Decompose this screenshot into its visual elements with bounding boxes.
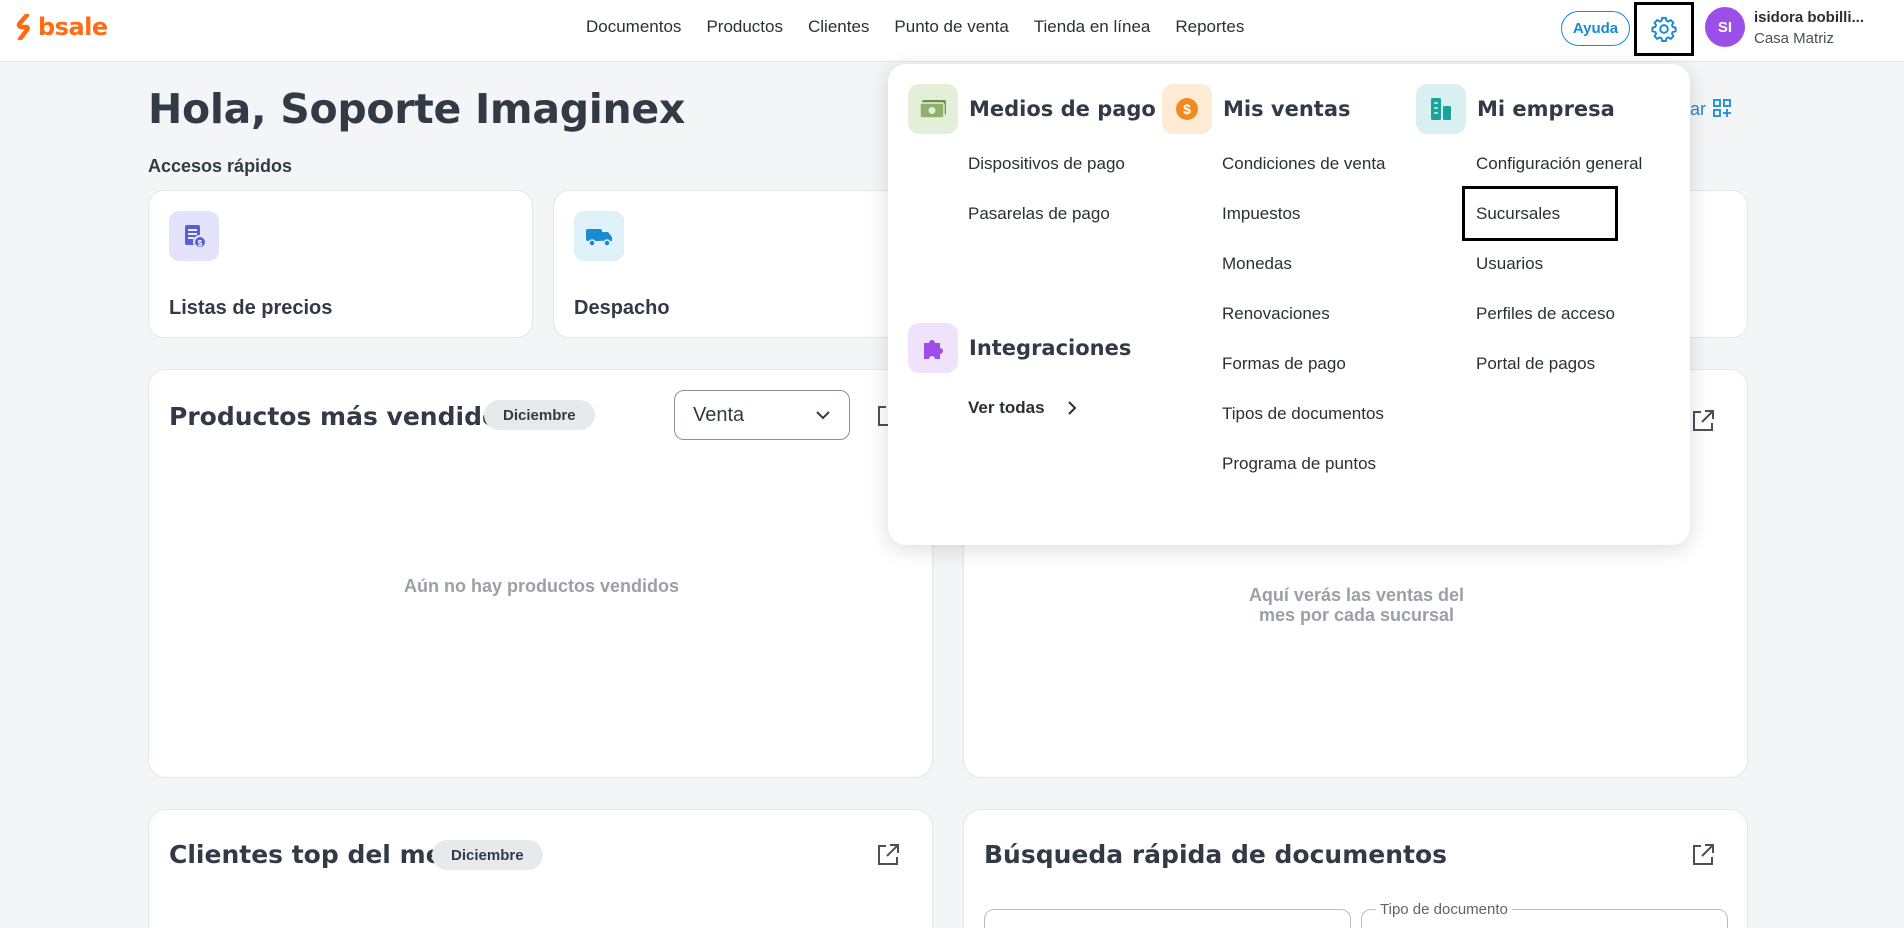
menu-item-taxes[interactable]: Impuestos [1222, 204, 1300, 224]
menu-item-branches[interactable]: Sucursales [1462, 186, 1619, 241]
top-navbar: bsale Documentos Productos Clientes Punt… [0, 0, 1904, 62]
my-sales-section: $ Mis ventas [1162, 84, 1351, 134]
view-all-integrations-link[interactable]: Ver todas [968, 398, 1077, 418]
month-chip: Diciembre [484, 400, 595, 430]
menu-item-users[interactable]: Usuarios [1476, 254, 1543, 274]
main-nav: Documentos Productos Clientes Punto de v… [586, 17, 1244, 37]
puzzle-icon [908, 323, 958, 373]
customize-link[interactable]: ar [1690, 99, 1706, 120]
my-sales-title: Mis ventas [1223, 97, 1351, 121]
view-all-label: Ver todas [968, 398, 1045, 417]
bsale-logo-icon [16, 14, 30, 40]
menu-item-document-types[interactable]: Tipos de documentos [1222, 404, 1384, 424]
gear-icon [1651, 16, 1677, 43]
nav-productos[interactable]: Productos [706, 17, 783, 37]
top-clients-panel: Clientes top del mes Diciembre [148, 809, 933, 928]
document-type-select[interactable]: Tipo de documento [1361, 901, 1728, 928]
menu-item-payment-portal[interactable]: Portal de pagos [1476, 354, 1595, 374]
quick-access-label: Accesos rápidos [148, 156, 293, 176]
menu-item-currencies[interactable]: Monedas [1222, 254, 1292, 274]
integrations-title: Integraciones [969, 336, 1132, 360]
quick-card-price-lists[interactable]: $ Listas de precios [148, 190, 533, 338]
dollar-icon: $ [1162, 84, 1212, 134]
building-icon [1416, 84, 1466, 134]
month-chip: Diciembre [432, 840, 543, 870]
chevron-down-icon [816, 411, 830, 420]
empty-message-line: mes por cada sucursal [1258, 605, 1455, 625]
menu-item-renewals[interactable]: Renovaciones [1222, 304, 1330, 324]
nav-documentos[interactable]: Documentos [586, 17, 681, 37]
user-branch: Casa Matriz [1754, 30, 1835, 47]
panel-title: Búsqueda rápida de documentos [984, 840, 1448, 869]
menu-item-access-profiles[interactable]: Perfiles de acceso [1476, 304, 1615, 324]
my-company-section: Mi empresa [1416, 84, 1615, 134]
payment-methods-section: Medios de pago [908, 84, 1156, 134]
payment-methods-title: Medios de pago [969, 97, 1156, 121]
empty-message: Aquí verás las ventas del mes por cada s… [964, 585, 1749, 625]
price-list-icon: $ [169, 211, 219, 261]
my-company-title: Mi empresa [1477, 97, 1615, 121]
menu-item-points-program[interactable]: Programa de puntos [1222, 454, 1376, 474]
svg-text:$: $ [1183, 101, 1191, 117]
nav-punto-de-venta[interactable]: Punto de venta [894, 17, 1008, 37]
nav-reportes[interactable]: Reportes [1175, 17, 1244, 37]
menu-item-payment-gateways[interactable]: Pasarelas de pago [968, 204, 1110, 224]
svg-text:$: $ [198, 239, 203, 248]
integrations-section: Integraciones [908, 323, 1131, 373]
menu-item-payment-forms[interactable]: Formas de pago [1222, 354, 1346, 374]
external-link-icon[interactable] [1690, 842, 1716, 868]
bsale-logo[interactable]: bsale [16, 13, 108, 41]
grid-add-icon[interactable] [1712, 98, 1732, 118]
empty-message-line: Aquí verás las ventas del [1248, 585, 1465, 605]
external-link-icon[interactable] [1690, 408, 1716, 434]
menu-item-payment-devices[interactable]: Dispositivos de pago [968, 154, 1125, 174]
menu-item-sale-conditions[interactable]: Condiciones de venta [1222, 154, 1386, 174]
quick-card-title: Despacho [574, 297, 670, 319]
user-name[interactable]: isidora bobilli... [1754, 9, 1864, 26]
cash-icon [908, 84, 958, 134]
settings-button[interactable] [1634, 2, 1694, 56]
metric-select-value: Venta [693, 403, 745, 426]
doc-search-panel: Búsqueda rápida de documentos Tipo de do… [963, 809, 1748, 928]
menu-item-general-settings[interactable]: Configuración general [1476, 154, 1642, 174]
quick-card-dispatch[interactable]: Despacho [553, 190, 933, 338]
quick-card-title: Listas de precios [169, 297, 333, 319]
logo-text: bsale [38, 13, 108, 41]
empty-message: Aún no hay productos vendidos [403, 576, 679, 596]
panel-title: Clientes top del mes [169, 840, 458, 869]
nav-tienda-en-linea[interactable]: Tienda en línea [1034, 17, 1151, 37]
help-button[interactable]: Ayuda [1561, 11, 1630, 46]
nav-clientes[interactable]: Clientes [808, 17, 869, 37]
external-link-icon[interactable] [875, 842, 901, 868]
truck-icon [574, 211, 624, 261]
user-avatar[interactable]: SI [1705, 7, 1745, 47]
chevron-right-icon [1067, 401, 1076, 415]
page-title: Hola, Soporte Imaginex [148, 85, 686, 133]
panel-title: Productos más vendidos [169, 402, 515, 431]
top-products-panel: Productos más vendidos Diciembre Venta A… [148, 369, 933, 778]
settings-dropdown: Medios de pago Dispositivos de pago Pasa… [888, 64, 1690, 545]
metric-select[interactable]: Venta [674, 390, 850, 440]
document-type-label: Tipo de documento [1376, 901, 1512, 918]
search-input[interactable] [984, 909, 1351, 928]
